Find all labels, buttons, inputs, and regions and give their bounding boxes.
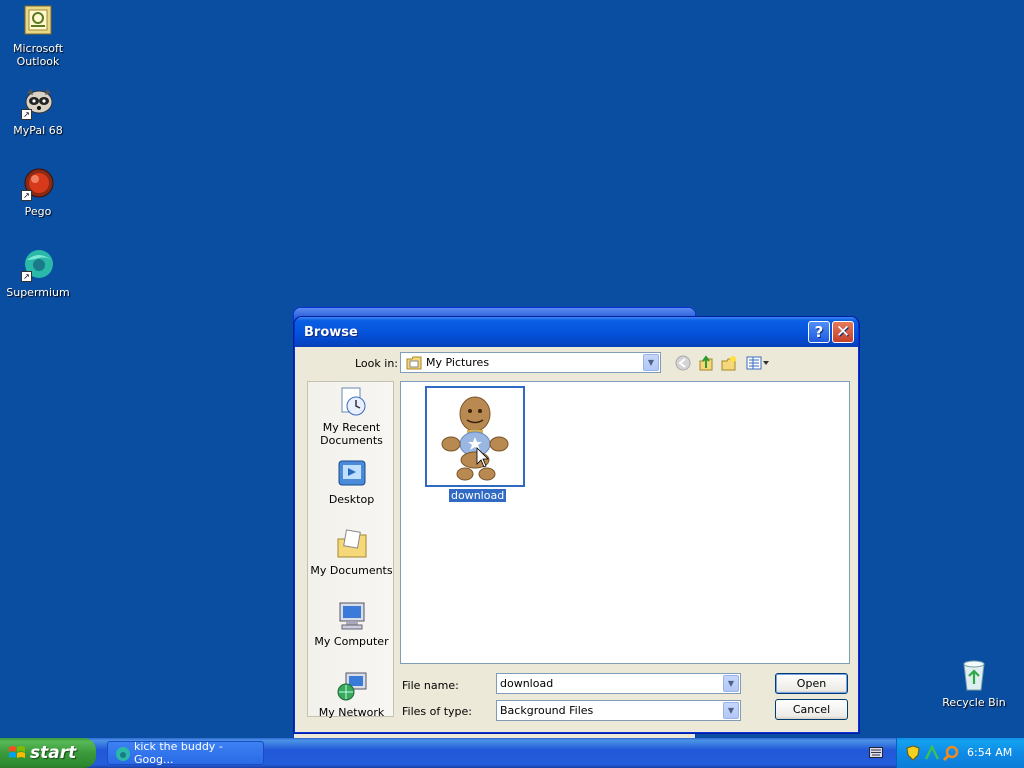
chevron-down-icon[interactable]: ▼: [643, 354, 659, 371]
place-label: My Computer: [314, 635, 389, 648]
desktop-icon-label: Microsoft: [12, 42, 64, 55]
supermium-icon: [115, 746, 131, 762]
mypal-icon: ↗: [21, 86, 55, 120]
start-button[interactable]: start: [0, 738, 96, 768]
places-bar: My Recent Documents Desktop My Documents…: [307, 381, 395, 719]
new-folder-icon[interactable]: [720, 354, 738, 372]
back-icon[interactable]: [674, 354, 692, 372]
look-in-row: Look in: My Pictures ▼: [295, 351, 858, 375]
desktop-icon-supermium[interactable]: ↗ Supermium: [0, 248, 76, 299]
place-label: My Recent: [322, 421, 381, 434]
folder-icon: [406, 356, 422, 370]
my-network-icon: [336, 671, 368, 703]
file-name-input[interactable]: download ▼: [496, 673, 741, 694]
desktop-icon-mypal[interactable]: ↗ MyPal 68: [0, 86, 76, 137]
recycle-bin-icon: [957, 658, 991, 692]
chevron-down-icon[interactable]: ▼: [723, 675, 739, 692]
place-my-network[interactable]: My Network: [308, 671, 395, 719]
files-of-type-label: Files of type:: [402, 705, 473, 718]
look-in-dropdown[interactable]: My Pictures ▼: [400, 352, 661, 373]
files-of-type-value: Background Files: [500, 704, 594, 717]
file-list[interactable]: download: [400, 381, 850, 664]
security-shield-icon[interactable]: [906, 745, 920, 761]
supermium-icon: ↗: [21, 248, 55, 282]
look-in-label: Look in:: [355, 357, 398, 370]
pego-icon: ↗: [21, 167, 55, 201]
my-computer-icon: [336, 600, 368, 632]
place-my-recent-documents[interactable]: My Recent Documents: [308, 386, 395, 447]
chevron-down-icon[interactable]: ▼: [723, 702, 739, 719]
desktop-icon-label: Pego: [24, 205, 52, 218]
network-status-icon[interactable]: [924, 744, 940, 761]
look-in-value: My Pictures: [426, 356, 490, 369]
desktop-icon-label: Recycle Bin: [942, 696, 1006, 709]
help-button[interactable]: ?: [808, 321, 830, 343]
dialog-title: Browse: [304, 324, 358, 340]
start-label: start: [30, 743, 77, 763]
system-tray: 6:54 AM: [896, 738, 1024, 768]
desktop-icon-label: MyPal 68: [13, 124, 63, 137]
taskbar: start kick the buddy - Goog... 6:54 AM: [0, 738, 1024, 768]
taskbar-button-browser[interactable]: kick the buddy - Goog...: [107, 740, 264, 766]
file-name-label[interactable]: download: [449, 489, 507, 502]
cancel-button[interactable]: Cancel: [775, 699, 848, 720]
desktop-icon: [336, 458, 368, 490]
outlook-icon: [21, 4, 55, 38]
taskbar-button-label: kick the buddy - Goog...: [134, 740, 223, 766]
desktop-icon-label: Supermium: [6, 286, 70, 299]
my-documents-icon: [336, 529, 368, 561]
shortcut-arrow-icon: ↗: [21, 190, 32, 201]
up-folder-icon[interactable]: [697, 354, 715, 372]
file-name-value: download: [500, 677, 554, 690]
desktop-icon-recycle-bin[interactable]: Recycle Bin: [936, 658, 1012, 709]
search-icon[interactable]: [942, 745, 959, 762]
open-button[interactable]: Open: [775, 673, 848, 694]
shortcut-arrow-icon: ↗: [21, 271, 32, 282]
place-label: My Network: [318, 706, 385, 719]
place-label: My Documents: [310, 564, 393, 577]
files-of-type-dropdown[interactable]: Background Files ▼: [496, 700, 741, 721]
place-desktop[interactable]: Desktop: [308, 458, 395, 506]
place-my-computer[interactable]: My Computer: [308, 600, 395, 648]
desktop-icon-outlook[interactable]: Microsoft Outlook: [0, 4, 76, 68]
keyboard-icon[interactable]: [869, 747, 883, 758]
views-menu-icon[interactable]: [745, 354, 771, 372]
buddy-doll-image: [441, 396, 509, 481]
place-my-documents[interactable]: My Documents: [308, 529, 395, 577]
recent-documents-icon: [336, 386, 368, 418]
desktop-icon-label: Outlook: [16, 55, 60, 68]
desktop-icon-pego[interactable]: ↗ Pego: [0, 167, 76, 218]
file-thumbnail[interactable]: [425, 386, 525, 487]
place-label: Desktop: [328, 493, 375, 506]
browse-dialog: Browse ? ✕ Look in: My Pictures ▼ My Rec…: [294, 317, 859, 733]
shortcut-arrow-icon: ↗: [21, 109, 32, 120]
file-name-field-label: File name:: [402, 679, 459, 692]
clock[interactable]: 6:54 AM: [967, 746, 1012, 759]
place-label: Documents: [320, 434, 383, 447]
close-button[interactable]: ✕: [832, 321, 854, 343]
dialog-titlebar[interactable]: Browse ? ✕: [295, 317, 858, 347]
windows-logo-icon: [8, 744, 26, 762]
